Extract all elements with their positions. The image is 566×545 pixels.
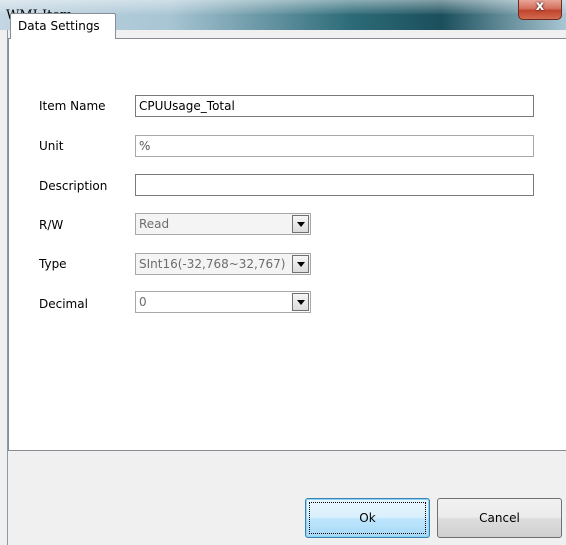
tab-join — [11, 38, 115, 40]
close-button[interactable]: x — [518, 0, 562, 20]
type-label: Type — [39, 257, 67, 271]
title-bar-gloss — [0, 0, 566, 14]
type-select[interactable]: SInt16(-32,768~32,767) — [135, 253, 311, 275]
decimal-label: Decimal — [39, 297, 88, 311]
chevron-down-icon[interactable] — [292, 293, 309, 311]
unit-label: Unit — [39, 139, 64, 153]
cancel-button[interactable]: Cancel — [437, 498, 562, 538]
description-label: Description — [39, 179, 108, 193]
close-icon: x — [535, 0, 545, 14]
chevron-down-icon[interactable] — [292, 215, 309, 233]
ok-button[interactable]: Ok — [305, 498, 430, 538]
tab-label: Data Settings — [18, 19, 100, 33]
rw-select-value: Read — [139, 217, 170, 231]
item-name-label: Item Name — [39, 99, 106, 113]
rw-select[interactable]: Read — [135, 213, 311, 235]
decimal-select-value: 0 — [139, 295, 147, 309]
decimal-select[interactable]: 0 — [135, 291, 311, 313]
rw-label: R/W — [39, 218, 64, 232]
description-input[interactable] — [135, 174, 534, 196]
item-name-input[interactable]: CPUUsage_Total — [135, 95, 534, 117]
unit-input[interactable]: % — [135, 135, 534, 157]
chevron-down-icon[interactable] — [292, 255, 309, 273]
tab-data-settings[interactable]: Data Settings — [10, 13, 116, 39]
type-select-value: SInt16(-32,768~32,767) — [139, 257, 286, 271]
